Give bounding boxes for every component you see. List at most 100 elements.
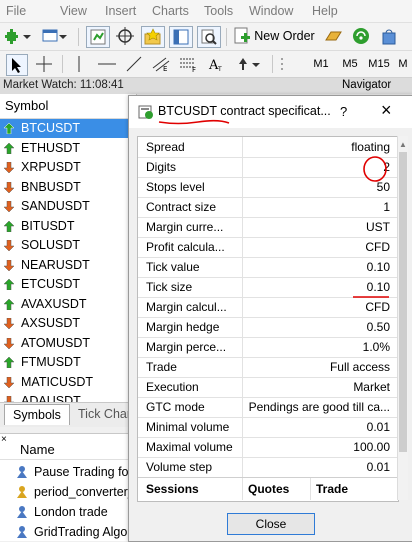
symbol-column-header[interactable]: Symbol bbox=[0, 94, 136, 119]
help-button[interactable]: ? bbox=[340, 104, 347, 119]
signals-button[interactable] bbox=[350, 26, 372, 46]
navigator-item[interactable]: Pause Trading for bbox=[0, 462, 136, 482]
menu-window[interactable]: Window bbox=[249, 4, 293, 18]
navigator-item[interactable]: London trade bbox=[0, 502, 136, 522]
symbol-name: FTMUSDT bbox=[21, 355, 81, 369]
spec-row[interactable]: Digits 2 bbox=[138, 157, 398, 178]
text-tool[interactable]: AT bbox=[206, 54, 228, 74]
spec-value: Market bbox=[353, 380, 390, 394]
expert-advisor-icon bbox=[17, 466, 27, 478]
spec-row[interactable]: Maximal volume 100.00 bbox=[138, 437, 398, 458]
scroll-up-icon[interactable]: ▲ bbox=[398, 140, 408, 150]
symbol-row[interactable]: BNBUSDT bbox=[0, 178, 136, 197]
price-up-arrow-icon bbox=[4, 142, 14, 154]
trendline-tool[interactable] bbox=[124, 54, 144, 74]
symbol-row[interactable]: ATOMUSDT bbox=[0, 334, 136, 353]
close-button[interactable]: Close bbox=[227, 513, 315, 535]
timeframe-m15[interactable]: M15 bbox=[365, 54, 393, 74]
symbol-name: AXSUSDT bbox=[21, 316, 81, 330]
crosshair-tool[interactable] bbox=[34, 54, 54, 74]
price-down-arrow-icon bbox=[4, 318, 14, 329]
navigator-item[interactable]: GridTrading Algor bbox=[0, 522, 136, 542]
new-chart-button[interactable] bbox=[4, 26, 34, 46]
symbol-name: ADAUSDT bbox=[21, 394, 81, 402]
symbol-row[interactable]: AVAXUSDT bbox=[0, 295, 136, 314]
svg-text:E: E bbox=[163, 65, 167, 72]
symbol-row[interactable]: BITUSDT bbox=[0, 217, 136, 236]
profiles-button[interactable] bbox=[40, 26, 70, 46]
menu-view[interactable]: View bbox=[60, 4, 87, 18]
scroll-thumb[interactable] bbox=[399, 152, 407, 452]
navigator-item[interactable]: period_converter_ bbox=[0, 482, 136, 502]
spec-row[interactable]: Profit calcula... CFD bbox=[138, 237, 398, 258]
symbol-row[interactable]: BTCUSDT bbox=[0, 119, 136, 138]
symbol-row[interactable]: ETHUSDT bbox=[0, 139, 136, 158]
navigator-close-icon[interactable]: × bbox=[1, 434, 7, 445]
cursor-tool[interactable] bbox=[6, 54, 28, 76]
spec-row[interactable]: Trade Full access bbox=[138, 357, 398, 378]
spec-row[interactable]: Margin curre... UST bbox=[138, 217, 398, 238]
timeframe-m1[interactable]: M1 bbox=[309, 54, 333, 74]
market-button[interactable] bbox=[378, 26, 400, 46]
timeframe-m5[interactable]: M5 bbox=[338, 54, 362, 74]
menu-file[interactable]: File bbox=[6, 4, 26, 18]
strategy-tester-toggle[interactable] bbox=[197, 26, 221, 48]
menu-help[interactable]: Help bbox=[312, 4, 338, 18]
spec-key: Volume step bbox=[146, 460, 213, 474]
symbol-row[interactable]: ETCUSDT bbox=[0, 275, 136, 294]
symbol-row[interactable]: SOLUSDT bbox=[0, 236, 136, 255]
spec-row[interactable]: Margin calcul... CFD bbox=[138, 297, 398, 318]
spec-value: CFD bbox=[365, 240, 390, 254]
tab-symbols[interactable]: Symbols bbox=[4, 404, 70, 425]
spec-value: Pendings are good till ca... bbox=[248, 400, 390, 414]
spec-row[interactable]: Contract size 1 bbox=[138, 197, 398, 218]
symbol-name: XRPUSDT bbox=[21, 160, 81, 174]
price-up-arrow-icon bbox=[4, 298, 14, 310]
price-up-arrow-icon bbox=[4, 279, 14, 290]
spec-key: Contract size bbox=[146, 200, 217, 214]
timeframe-more[interactable]: M bbox=[396, 54, 410, 74]
symbol-name: SOLUSDT bbox=[21, 238, 81, 252]
fibonacci-tool[interactable]: F bbox=[178, 54, 200, 74]
crosshair-icon bbox=[116, 27, 134, 45]
dialog-close-icon[interactable]: × bbox=[381, 101, 392, 119]
vertical-line-tool[interactable] bbox=[70, 54, 88, 74]
spec-value: 100.00 bbox=[353, 440, 390, 454]
menu-charts[interactable]: Charts bbox=[152, 4, 189, 18]
symbol-row[interactable]: MATICUSDT bbox=[0, 373, 136, 392]
name-column-header: Name bbox=[20, 442, 55, 457]
horizontal-line-tool[interactable] bbox=[96, 54, 118, 74]
tab-symbols-label: Symbols bbox=[13, 408, 61, 422]
autotrading-button[interactable] bbox=[322, 26, 344, 46]
spec-row[interactable]: Spread floating bbox=[138, 137, 398, 158]
price-up-arrow-icon bbox=[4, 357, 14, 368]
market-watch-toggle[interactable] bbox=[86, 26, 110, 48]
spec-row[interactable]: Volume step 0.01 bbox=[138, 457, 398, 478]
terminal-toggle[interactable] bbox=[169, 26, 193, 48]
arrows-tool[interactable] bbox=[234, 54, 264, 74]
spec-row[interactable]: Stops level 50 bbox=[138, 177, 398, 198]
navigator-toggle[interactable] bbox=[141, 26, 165, 48]
navigator-title: Navigator bbox=[342, 79, 392, 91]
symbol-row[interactable]: SANDUSDT bbox=[0, 197, 136, 216]
data-window-button[interactable] bbox=[114, 26, 136, 46]
spec-row[interactable]: Tick value 0.10 bbox=[138, 257, 398, 278]
symbol-row[interactable]: ADAUSDT bbox=[0, 392, 136, 402]
symbol-row[interactable]: FTMUSDT bbox=[0, 353, 136, 372]
spec-row[interactable]: Margin hedge 0.50 bbox=[138, 317, 398, 338]
symbol-row[interactable]: NEARUSDT bbox=[0, 256, 136, 275]
navigator-item-label: London trade bbox=[34, 505, 108, 519]
spec-row[interactable]: GTC mode Pendings are good till ca... bbox=[138, 397, 398, 418]
table-scrollbar[interactable]: ▲ bbox=[397, 136, 408, 500]
symbol-properties-icon bbox=[138, 105, 153, 119]
spec-row[interactable]: Execution Market bbox=[138, 377, 398, 398]
channel-tool[interactable]: E bbox=[150, 54, 172, 74]
new-order-button[interactable]: New Order bbox=[232, 26, 316, 46]
symbol-row[interactable]: AXSUSDT bbox=[0, 314, 136, 333]
spec-row[interactable]: Minimal volume 0.01 bbox=[138, 417, 398, 438]
symbol-row[interactable]: XRPUSDT bbox=[0, 158, 136, 177]
menu-tools[interactable]: Tools bbox=[204, 4, 233, 18]
menu-insert[interactable]: Insert bbox=[105, 4, 136, 18]
spec-row[interactable]: Margin perce... 1.0% bbox=[138, 337, 398, 358]
toolbar-grip[interactable] bbox=[278, 54, 286, 74]
